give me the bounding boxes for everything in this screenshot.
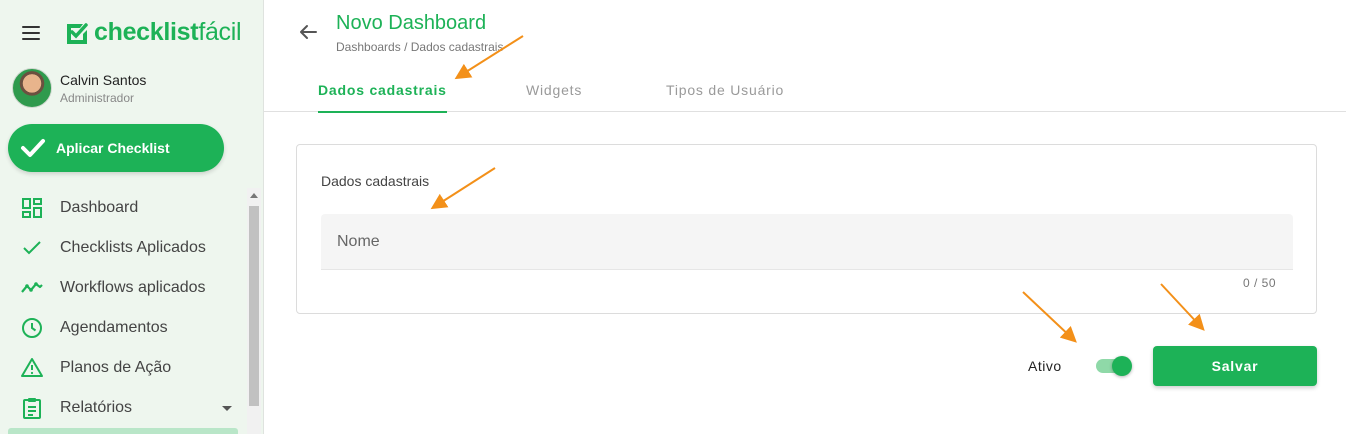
breadcrumb-separator: /: [404, 40, 408, 54]
page-title: Novo Dashboard: [336, 12, 487, 34]
name-field[interactable]: [321, 214, 1293, 270]
user-profile[interactable]: Calvin Santos Administrador: [12, 68, 146, 108]
sidebar-scrollbar[interactable]: [247, 188, 261, 434]
tab-widgets[interactable]: Widgets: [526, 68, 582, 112]
warning-icon: [21, 358, 43, 377]
scroll-up-icon[interactable]: [250, 193, 258, 198]
sidebar-item-relatorios[interactable]: Relatórios: [0, 388, 246, 428]
app-root: checklistfácil Calvin Santos Administrad…: [0, 0, 1346, 434]
sidebar-item-workflows-aplicados[interactable]: Workflows aplicados: [0, 268, 246, 308]
brand-logo[interactable]: checklistfácil: [64, 18, 242, 47]
dashboard-icon: [22, 198, 42, 218]
clipboard-icon: [23, 398, 41, 419]
scroll-thumb[interactable]: [249, 206, 259, 406]
tab-bar: Dados cadastrais Widgets Tipos de Usuári…: [264, 68, 1346, 113]
user-name: Calvin Santos: [60, 71, 147, 88]
active-toggle[interactable]: [1096, 356, 1134, 376]
tab-dados-cadastrais[interactable]: Dados cadastrais: [318, 68, 447, 113]
name-input[interactable]: [337, 232, 1293, 251]
brand-name-bold: checklist: [94, 18, 199, 46]
sidebar-item-label: Checklists Aplicados: [60, 239, 206, 256]
hamburger-menu-icon[interactable]: [20, 23, 42, 43]
breadcrumb-current: Dados cadastrais: [410, 40, 504, 54]
character-counter: 0 / 50: [1242, 276, 1276, 290]
apply-checklist-button[interactable]: Aplicar Checklist: [8, 124, 224, 172]
user-role: Administrador: [60, 90, 135, 105]
sidebar: checklistfácil Calvin Santos Administrad…: [0, 0, 264, 434]
sidebar-item-label: Planos de Ação: [60, 359, 172, 376]
chevron-down-icon[interactable]: [222, 405, 232, 411]
active-label: Ativo: [1028, 358, 1062, 374]
check-icon: [23, 241, 41, 255]
sidebar-item-planos-de-acao[interactable]: Planos de Ação: [0, 348, 246, 388]
avatar: [12, 68, 52, 108]
sidebar-item-checklists-aplicados[interactable]: Checklists Aplicados: [0, 228, 246, 268]
save-button[interactable]: Salvar: [1153, 346, 1317, 386]
check-icon: [21, 139, 45, 157]
sidebar-item-label: Agendamentos: [60, 319, 168, 336]
toggle-knob: [1112, 356, 1132, 376]
sidebar-item-label: Relatórios: [60, 399, 133, 416]
sidebar-item-next-highlight[interactable]: [8, 428, 238, 434]
logo-check-icon: [67, 22, 88, 44]
form-card: Dados cadastrais 0 / 50: [296, 144, 1317, 314]
clock-icon: [22, 318, 42, 338]
sidebar-item-label: Workflows aplicados: [60, 279, 206, 296]
sidebar-item-dashboard[interactable]: Dashboard: [0, 188, 246, 228]
apply-checklist-label: Aplicar Checklist: [56, 140, 170, 156]
section-title: Dados cadastrais: [321, 173, 430, 189]
sidebar-item-agendamentos[interactable]: Agendamentos: [0, 308, 246, 348]
breadcrumb-parent-link[interactable]: Dashboards: [336, 40, 401, 54]
brand-name-light: fácil: [198, 18, 242, 46]
sidebar-item-label: Dashboard: [60, 199, 139, 216]
tab-tipos-de-usuario[interactable]: Tipos de Usuário: [666, 68, 784, 112]
back-arrow-icon[interactable]: [296, 20, 320, 44]
sidebar-nav: Dashboard Checklists Aplicados Workflows…: [0, 188, 246, 428]
breadcrumb: Dashboards / Dados cadastrais: [336, 40, 503, 54]
trend-icon: [21, 282, 43, 293]
brand-name: checklistfácil: [94, 18, 242, 47]
